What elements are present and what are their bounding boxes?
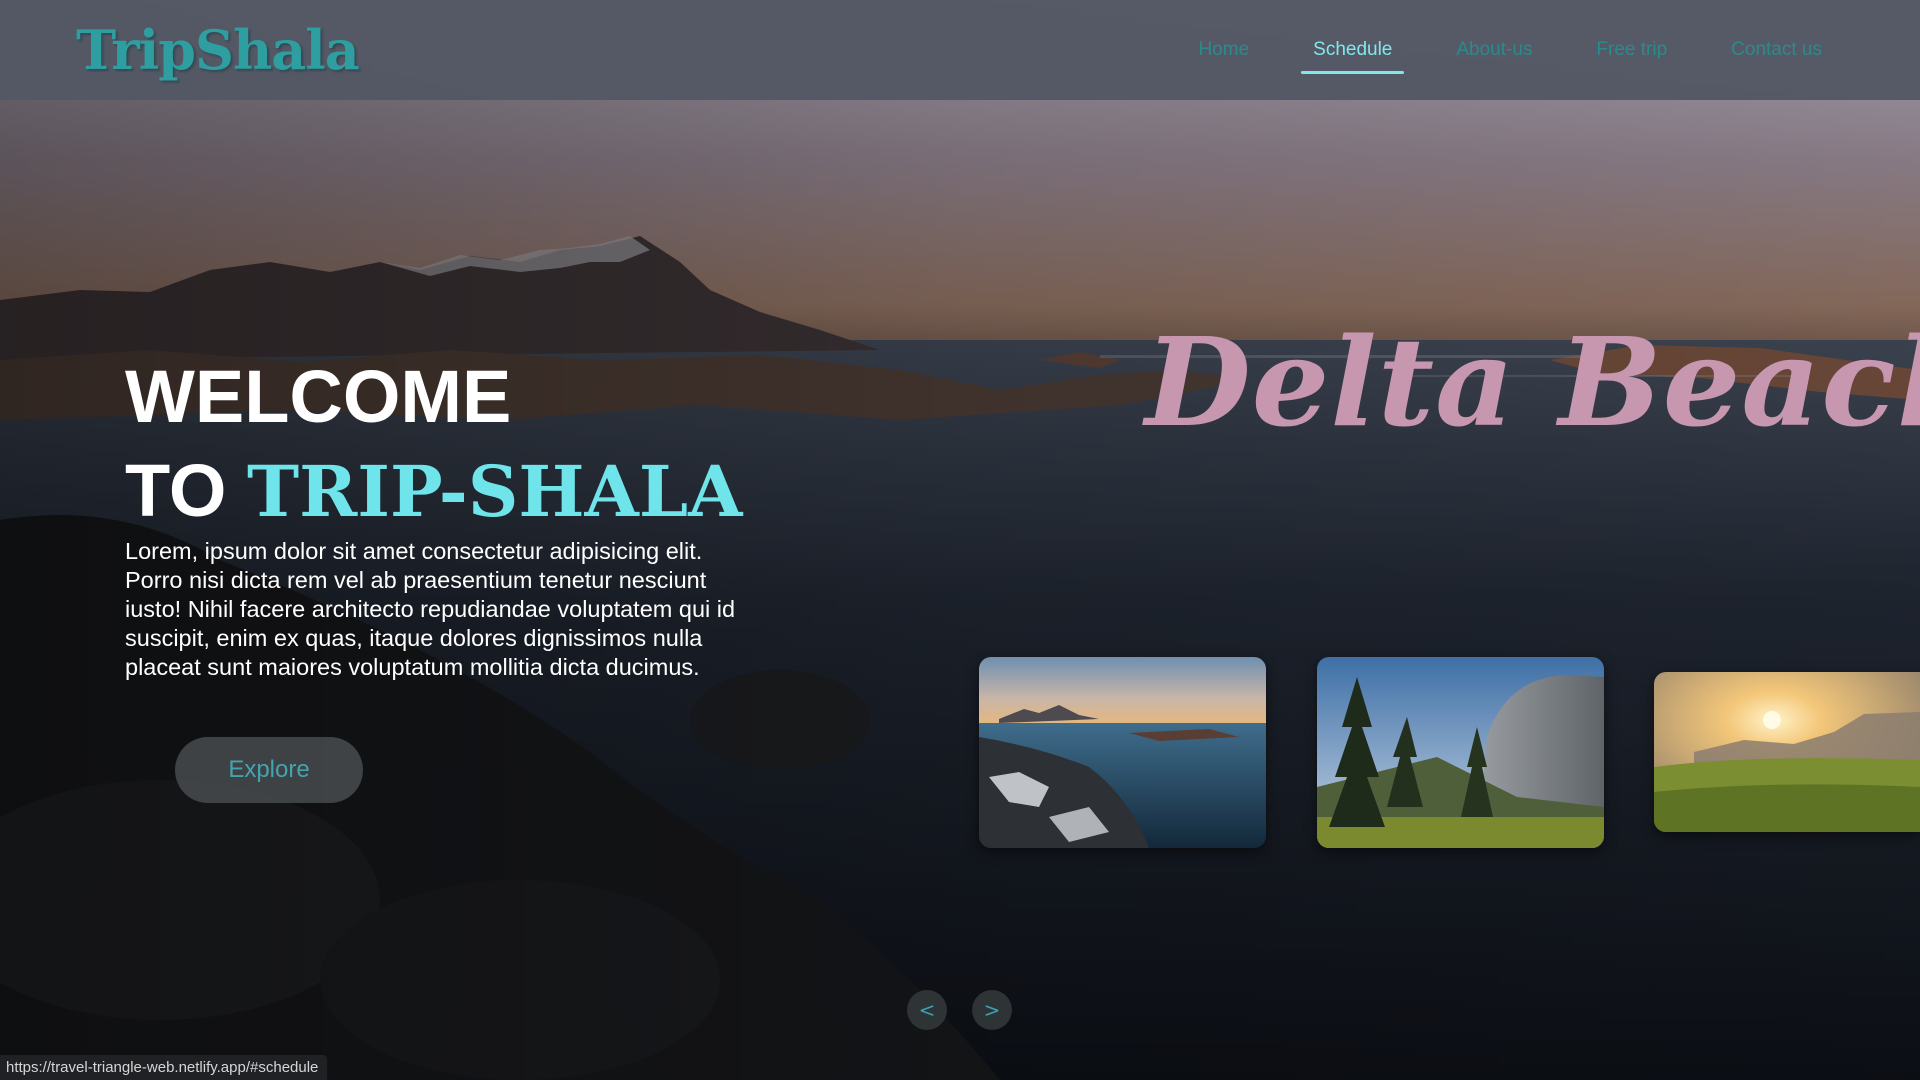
hero-title-line-1: WELCOME (125, 355, 512, 438)
hero-description: Lorem, ipsum dolor sit amet consectetur … (125, 538, 736, 680)
forest-cliff-image (1317, 657, 1604, 848)
thumbnail-coastal-rocks[interactable] (979, 657, 1266, 848)
thumbnail-meadow-sunrise[interactable] (1654, 672, 1920, 832)
active-nav-underline (1301, 71, 1405, 74)
carousel-next-button[interactable]: > (972, 990, 1012, 1030)
nav-link-contact-us[interactable]: Contact us (1719, 28, 1834, 72)
brand-logo[interactable]: TripShala (76, 18, 360, 82)
nav-link-free-trip[interactable]: Free trip (1584, 28, 1679, 72)
page: TripShala Home Schedule About-us Free tr… (0, 0, 1920, 1080)
hero-title-brand: TRIP-SHALA (246, 450, 743, 533)
coastal-rocks-image (979, 657, 1266, 848)
featured-destination-title: Delta Beach (1145, 310, 1920, 454)
carousel-prev-button[interactable]: < (907, 990, 947, 1030)
meadow-sunrise-image (1654, 672, 1920, 832)
top-navbar: TripShala Home Schedule About-us Free tr… (0, 0, 1920, 100)
hero-title-line-2: TO TRIP-SHALA (125, 444, 742, 539)
nav-link-about-us[interactable]: About-us (1444, 28, 1544, 72)
explore-button[interactable]: Explore (175, 737, 363, 803)
hero-title: WELCOME TO TRIP-SHALA (125, 350, 742, 539)
main-nav: Home Schedule About-us Free trip Contact… (1146, 0, 1834, 100)
hero-title-prefix: TO (125, 449, 247, 532)
status-bar-url: https://travel-triangle-web.netlify.app/… (0, 1055, 328, 1080)
nav-link-home[interactable]: Home (1186, 28, 1261, 72)
nav-link-schedule-label: Schedule (1313, 39, 1393, 60)
thumbnail-forest-cliff[interactable] (1317, 657, 1604, 848)
nav-link-schedule[interactable]: Schedule (1301, 28, 1405, 74)
